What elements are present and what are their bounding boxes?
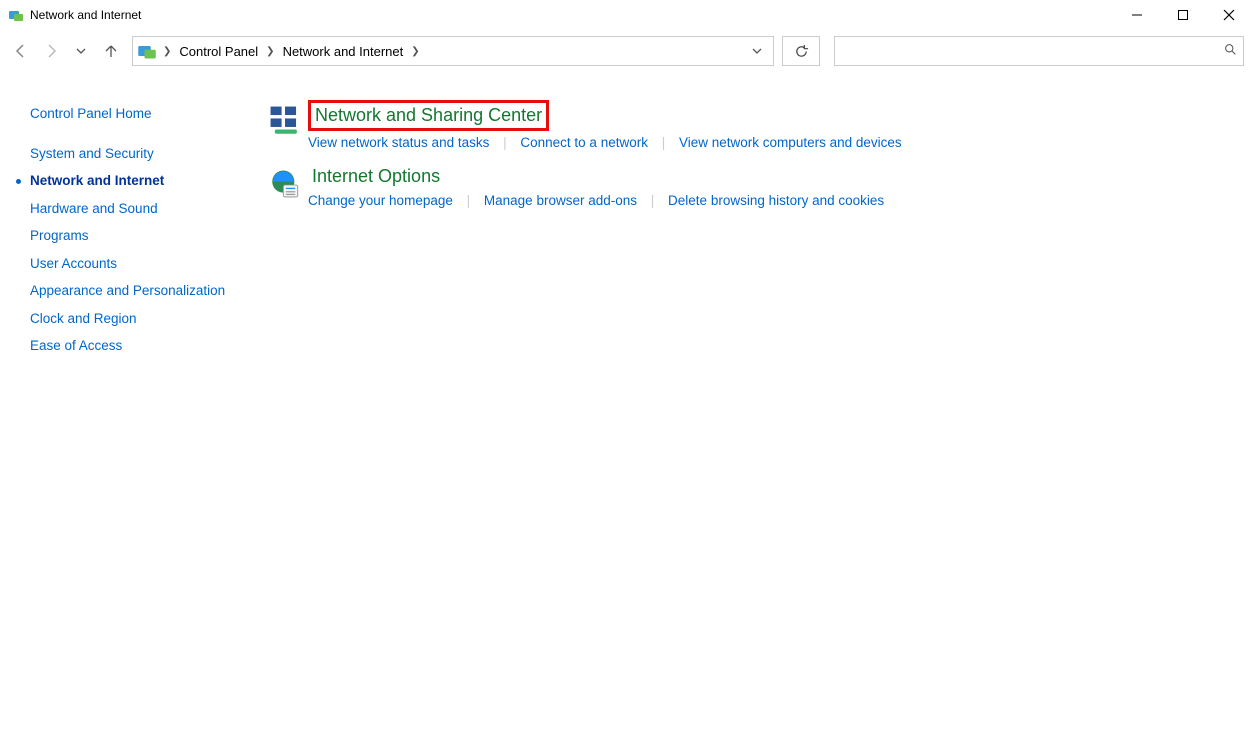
chevron-right-icon: ❯ (409, 46, 421, 57)
sidebar-item-appearance[interactable]: Appearance and Personalization (30, 277, 236, 305)
recent-dropdown[interactable] (68, 38, 94, 64)
link-view-network-status[interactable]: View network status and tasks (308, 135, 489, 150)
link-change-homepage[interactable]: Change your homepage (308, 193, 453, 208)
sidebar-item-clock-region[interactable]: Clock and Region (30, 305, 236, 333)
nav-row: ❯ Control Panel ❯ Network and Internet ❯ (0, 30, 1252, 72)
sidebar-item-hardware-sound[interactable]: Hardware and Sound (30, 195, 236, 223)
search-input[interactable] (834, 36, 1244, 66)
search-icon (1224, 43, 1237, 59)
section-internet-options: Internet Options Change your homepage | … (268, 164, 1252, 208)
window-icon (8, 7, 24, 23)
close-button[interactable] (1206, 0, 1252, 30)
minimize-button[interactable] (1114, 0, 1160, 30)
window-title: Network and Internet (30, 8, 1114, 22)
sidebar-item-network-internet[interactable]: Network and Internet (30, 167, 236, 195)
link-manage-addons[interactable]: Manage browser add-ons (484, 193, 637, 208)
heading-internet-options[interactable]: Internet Options (308, 164, 444, 189)
address-bar[interactable]: ❯ Control Panel ❯ Network and Internet ❯ (132, 36, 774, 66)
chevron-right-icon: ❯ (264, 46, 276, 57)
up-button[interactable] (98, 38, 124, 64)
address-icon (137, 41, 157, 61)
sidebar: Control Panel Home System and Security N… (0, 100, 252, 360)
link-view-network-computers[interactable]: View network computers and devices (679, 135, 902, 150)
sidebar-item-ease-access[interactable]: Ease of Access (30, 332, 236, 360)
sidebar-item-system-security[interactable]: System and Security (30, 140, 236, 168)
maximize-button[interactable] (1160, 0, 1206, 30)
network-sharing-icon (268, 100, 308, 150)
breadcrumb-control-panel[interactable]: Control Panel (175, 42, 262, 61)
content-area: Network and Sharing Center View network … (252, 100, 1252, 360)
titlebar: Network and Internet (0, 0, 1252, 30)
breadcrumb-network-internet[interactable]: Network and Internet (279, 42, 408, 61)
refresh-button[interactable] (782, 36, 820, 66)
chevron-right-icon: ❯ (161, 46, 173, 57)
internet-options-icon (268, 164, 308, 208)
back-button[interactable] (8, 38, 34, 64)
forward-button[interactable] (38, 38, 64, 64)
address-dropdown[interactable] (745, 37, 769, 65)
sidebar-item-user-accounts[interactable]: User Accounts (30, 250, 236, 278)
sidebar-home[interactable]: Control Panel Home (30, 100, 236, 128)
link-delete-history[interactable]: Delete browsing history and cookies (668, 193, 884, 208)
sidebar-item-programs[interactable]: Programs (30, 222, 236, 250)
heading-network-sharing-center[interactable]: Network and Sharing Center (308, 100, 549, 131)
link-connect-network[interactable]: Connect to a network (520, 135, 648, 150)
section-network-sharing: Network and Sharing Center View network … (268, 100, 1252, 150)
